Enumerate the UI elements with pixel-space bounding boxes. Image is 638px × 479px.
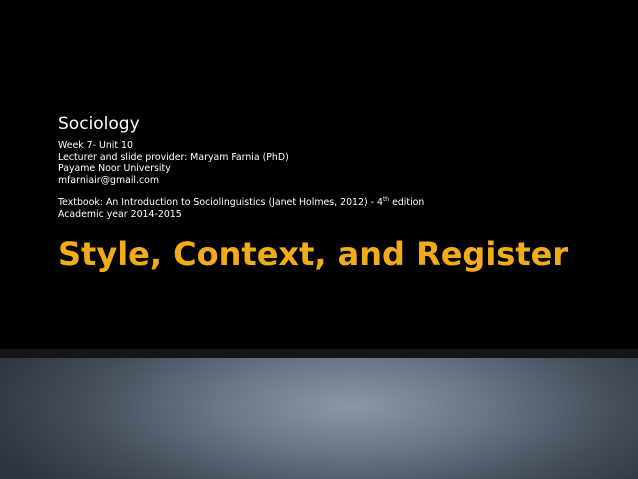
- lecturer-line: Lecturer and slide provider: Maryam Farn…: [58, 151, 289, 163]
- subject-label: Sociology: [58, 114, 140, 134]
- slide-info-block: Sociology Week 7- Unit 10 Lecturer and s…: [58, 113, 618, 220]
- academic-year-line: Academic year 2014-2015: [58, 208, 182, 220]
- textbook-text: Textbook: An Introduction to Sociolingui…: [58, 197, 383, 208]
- divider-band: [0, 349, 638, 358]
- textbook-edition: edition: [389, 197, 425, 208]
- slide-title: Style, Context, and Register: [58, 235, 569, 273]
- slide: Sociology Week 7- Unit 10 Lecturer and s…: [0, 0, 638, 479]
- university-line: Payame Noor University: [58, 163, 171, 174]
- decorative-gradient-panel: [0, 358, 638, 479]
- week-line: Week 7- Unit 10: [58, 140, 133, 151]
- email-line: mfarniair@gmail.com: [58, 174, 160, 186]
- textbook-line: Textbook: An Introduction to Sociolingui…: [58, 196, 618, 209]
